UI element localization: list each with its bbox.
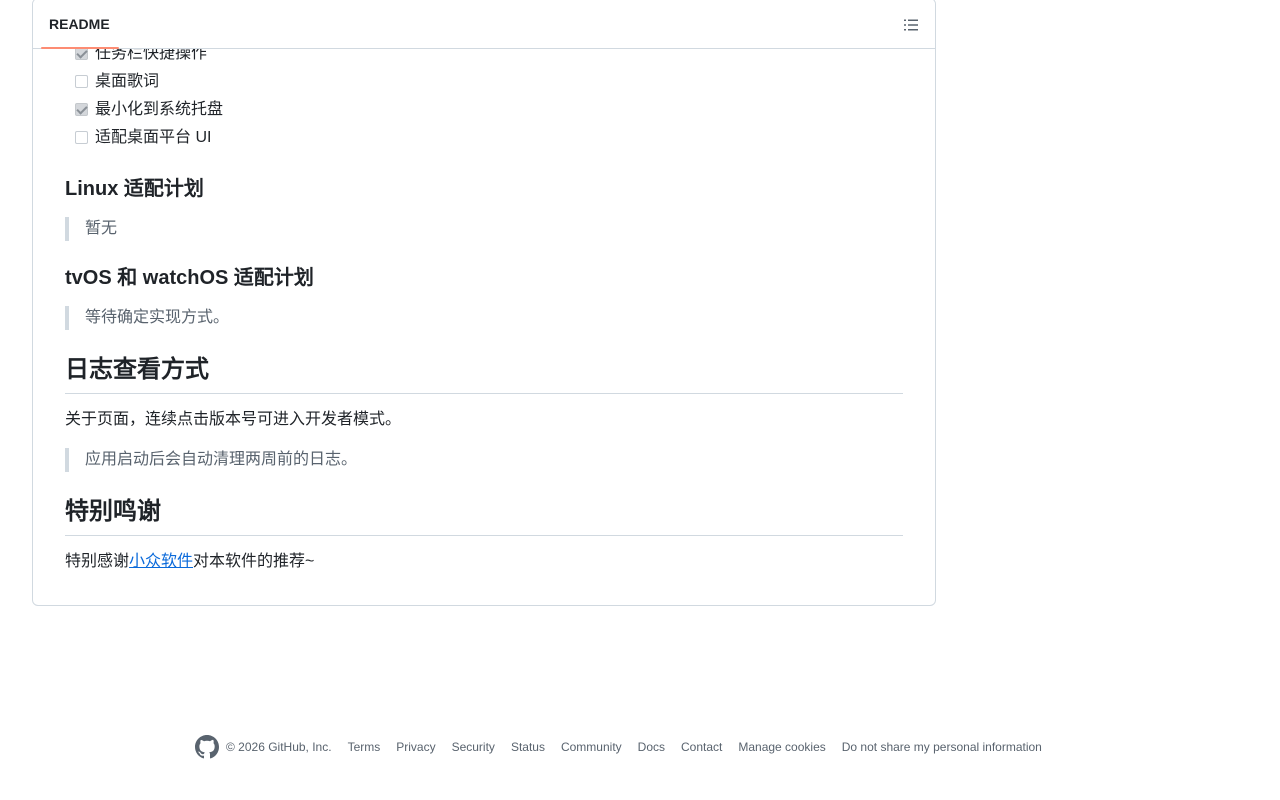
tvos-quote: 等待确定实现方式。 (65, 306, 229, 330)
logs-heading: 日志查看方式 (65, 353, 903, 394)
readme-tab[interactable]: README (41, 1, 118, 47)
footer-link-do-not-share[interactable]: Do not share my personal information (842, 740, 1042, 754)
thanks-heading: 特别鸣谢 (65, 495, 903, 536)
footer-link-docs[interactable]: Docs (638, 740, 665, 754)
thanks-paragraph: 特别感谢小众软件对本软件的推荐~ (65, 550, 314, 574)
readme-header: README (33, 0, 935, 49)
thanks-text-after: 对本软件的推荐~ (193, 553, 315, 570)
task-checkbox (75, 131, 88, 144)
thanks-text-before: 特别感谢 (65, 553, 130, 570)
footer-link-privacy[interactable]: Privacy (396, 740, 435, 754)
tvos-heading: tvOS 和 watchOS 适配计划 (65, 267, 314, 289)
linux-heading: Linux 适配计划 (65, 178, 204, 200)
footer-link-status[interactable]: Status (511, 740, 545, 754)
footer-link-terms[interactable]: Terms (348, 740, 381, 754)
readme-tab-label: README (49, 16, 110, 32)
footer-link-manage-cookies[interactable]: Manage cookies (738, 740, 825, 754)
footer-link-contact[interactable]: Contact (681, 740, 722, 754)
linux-quote: 暂无 (65, 217, 117, 241)
logs-quote: 应用启动后会自动清理两周前的日志。 (65, 448, 357, 472)
footer-link-security[interactable]: Security (452, 740, 495, 754)
readme-panel: 任务栏快捷操作 桌面歌词 最小化到系统托盘 适配桌面平台 UI Linux 适配… (32, 0, 936, 606)
list-unordered-icon (904, 19, 918, 31)
task-label: 最小化到系统托盘 (95, 101, 224, 118)
xiaozhong-link[interactable]: 小众软件 (129, 553, 193, 570)
logs-paragraph: 关于页面，连续点击版本号可进入开发者模式。 (65, 411, 402, 428)
task-checkbox (75, 103, 88, 116)
footer-link-community[interactable]: Community (561, 740, 622, 754)
task-label: 桌面歌词 (95, 73, 160, 90)
outline-button[interactable] (901, 15, 921, 35)
task-label: 适配桌面平台 UI (95, 129, 212, 146)
github-logo-icon[interactable] (195, 735, 219, 759)
task-checkbox (75, 75, 88, 88)
readme-content: 任务栏快捷操作 桌面歌词 最小化到系统托盘 适配桌面平台 UI Linux 适配… (33, 0, 935, 605)
site-footer: © 2026 GitHub, Inc. Terms Privacy Securi… (195, 735, 1042, 759)
footer-copyright: © 2026 GitHub, Inc. (226, 740, 332, 754)
active-tab-indicator (41, 47, 119, 49)
